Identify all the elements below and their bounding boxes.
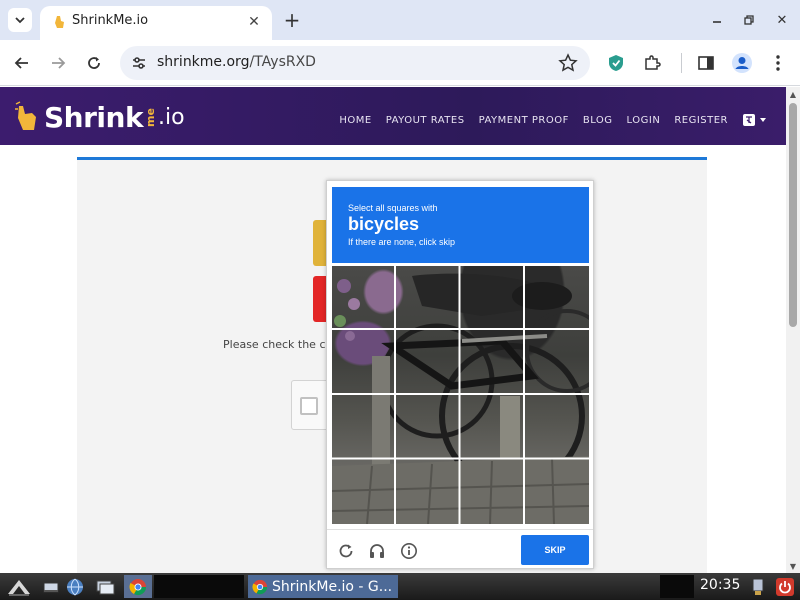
- menu-kebab-icon[interactable]: [766, 51, 790, 75]
- site-nav: HOME PAYOUT RATES PAYMENT PROOF BLOG LOG…: [339, 113, 766, 127]
- extensions-puzzle-icon[interactable]: [640, 51, 664, 75]
- taskbar-slot-3[interactable]: [214, 575, 244, 598]
- reload-button[interactable]: [82, 51, 106, 75]
- back-button[interactable]: [10, 51, 34, 75]
- recaptcha-checkbox[interactable]: [300, 397, 318, 415]
- captcha-tile-2[interactable]: [396, 266, 460, 330]
- url-text: shrinkme.org/TAysRXD: [157, 54, 316, 70]
- captcha-tile-15[interactable]: [460, 459, 524, 524]
- url-path: /TAysRXD: [249, 54, 316, 70]
- captcha-image-grid: [332, 266, 589, 524]
- captcha-tile-12[interactable]: [524, 394, 589, 458]
- address-bar[interactable]: shrinkme.org/TAysRXD: [120, 46, 590, 80]
- forward-arrow-icon: [52, 57, 66, 69]
- site-header: Shrink me .io HOME PAYOUT RATES PAYMENT …: [0, 87, 786, 145]
- logo-text: Shrink: [44, 100, 144, 134]
- hand-logo-icon: [15, 101, 36, 130]
- scroll-up-arrow-icon[interactable]: ▲: [786, 87, 800, 101]
- captcha-tile-16[interactable]: [524, 459, 589, 524]
- file-manager-icon[interactable]: [92, 575, 118, 598]
- globe-launcher-icon[interactable]: [64, 575, 86, 598]
- chrome-window-icon: [252, 579, 268, 594]
- tab-strip: ShrinkMe.io ✕ + ✕: [0, 0, 800, 40]
- tab-title: ShrinkMe.io: [72, 13, 149, 28]
- tab-close-icon[interactable]: ✕: [244, 12, 264, 32]
- new-tab-button[interactable]: +: [280, 8, 304, 32]
- taskbar-window-chrome[interactable]: ShrinkMe.io - G...: [248, 575, 398, 598]
- logo-me: me: [144, 107, 158, 127]
- reload-icon: [88, 57, 100, 69]
- chevron-down-icon: [15, 17, 25, 24]
- site-info-icon[interactable]: [130, 54, 148, 72]
- language-selector[interactable]: [742, 113, 766, 127]
- bookmark-star-icon[interactable]: [558, 53, 578, 73]
- close-window-icon[interactable]: ✕: [772, 10, 792, 30]
- captcha-footer: SKIP: [327, 529, 593, 569]
- url-host: shrinkme.org: [157, 54, 250, 70]
- captcha-tile-5[interactable]: [332, 330, 396, 394]
- browser-toolbar: shrinkme.org/TAysRXD: [0, 40, 800, 86]
- reload-challenge-icon[interactable]: [337, 542, 355, 560]
- minimize-icon[interactable]: [707, 10, 727, 30]
- scroll-down-arrow-icon[interactable]: ▼: [786, 559, 800, 573]
- show-desktop-icon[interactable]: [40, 575, 62, 598]
- os-taskbar: ShrinkMe.io - G... 20:35: [0, 573, 800, 600]
- profile-avatar-icon[interactable]: [730, 51, 754, 75]
- nav-blog[interactable]: BLOG: [583, 115, 613, 126]
- captcha-challenge: Select all squares with bicycles If ther…: [326, 180, 594, 569]
- toolbar-divider: [681, 53, 682, 73]
- tab-search-button[interactable]: [8, 8, 32, 32]
- nav-login[interactable]: LOGIN: [627, 115, 661, 126]
- tray-device-icon[interactable]: [748, 575, 768, 598]
- shrinkme-favicon-icon: [55, 16, 64, 28]
- tray-slot[interactable]: [660, 575, 694, 598]
- side-panel-icon[interactable]: [694, 51, 718, 75]
- logo-io: .io: [158, 104, 185, 130]
- captcha-tile-11[interactable]: [460, 394, 524, 458]
- forward-button[interactable]: [46, 51, 70, 75]
- site-logo[interactable]: Shrink me .io: [14, 97, 185, 137]
- please-check-text: Please check the ca: [223, 338, 333, 351]
- skip-button[interactable]: SKIP: [521, 535, 589, 565]
- nav-home[interactable]: HOME: [339, 115, 371, 126]
- page-scrollbar[interactable]: ▲ ▼: [786, 87, 800, 573]
- power-icon[interactable]: [774, 575, 796, 598]
- nav-payment-proof[interactable]: PAYMENT PROOF: [479, 115, 569, 126]
- scroll-thumb[interactable]: [789, 103, 797, 327]
- recaptcha-widget: [291, 380, 331, 430]
- captcha-tile-8[interactable]: [524, 330, 589, 394]
- captcha-tile-7[interactable]: [460, 330, 524, 394]
- captcha-tile-3[interactable]: [460, 266, 524, 330]
- caret-down-icon: [760, 118, 766, 122]
- info-icon[interactable]: [400, 542, 418, 560]
- start-menu-button[interactable]: [2, 575, 36, 598]
- captcha-tile-6[interactable]: [396, 330, 460, 394]
- captcha-instruction: Select all squares with: [348, 203, 438, 213]
- extension-shield-icon[interactable]: [604, 51, 628, 75]
- translate-icon: [743, 114, 755, 126]
- captcha-tile-9[interactable]: [332, 394, 396, 458]
- captcha-hint: If there are none, click skip: [348, 237, 456, 247]
- taskbar-slot-2[interactable]: [184, 575, 214, 598]
- nav-register[interactable]: REGISTER: [674, 115, 728, 126]
- nav-payout-rates[interactable]: PAYOUT RATES: [386, 115, 465, 126]
- captcha-tile-1[interactable]: [332, 266, 396, 330]
- taskbar-window-title: ShrinkMe.io - G...: [272, 578, 393, 595]
- captcha-tile-13[interactable]: [332, 459, 396, 524]
- taskbar-slot-1[interactable]: [154, 575, 184, 598]
- back-arrow-icon: [14, 57, 28, 69]
- start-logo-icon: [8, 579, 30, 595]
- headphones-audio-icon[interactable]: [368, 542, 386, 560]
- captcha-tile-4[interactable]: [524, 266, 589, 330]
- browser-tab[interactable]: ShrinkMe.io ✕: [40, 6, 272, 40]
- captcha-tile-14[interactable]: [396, 459, 460, 524]
- restore-icon[interactable]: [739, 10, 759, 30]
- clock[interactable]: 20:35: [700, 577, 740, 593]
- chrome-launcher-icon[interactable]: [124, 575, 152, 598]
- captcha-header: Select all squares with bicycles If ther…: [332, 187, 589, 263]
- captcha-tile-10[interactable]: [396, 394, 460, 458]
- captcha-target: bicycles: [348, 214, 420, 234]
